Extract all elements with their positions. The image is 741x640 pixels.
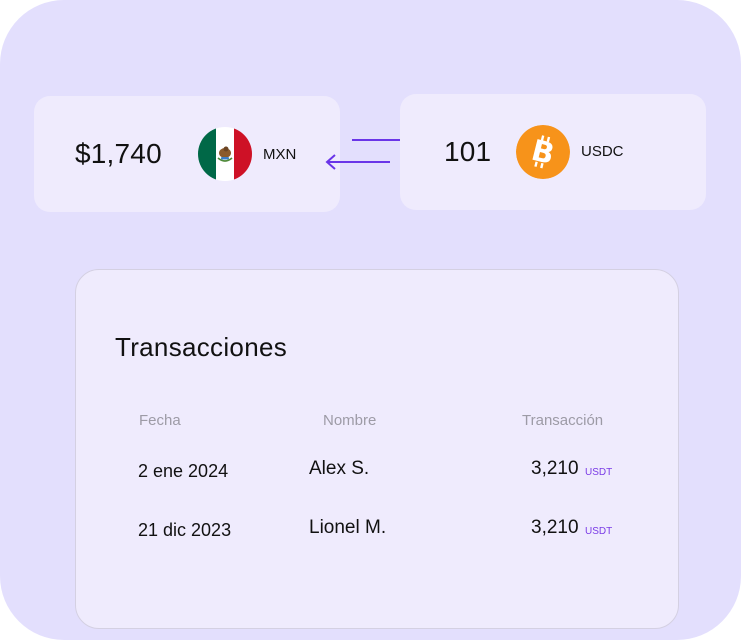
app-frame: $1,740 MXN 101 B USDC Transacciones Fech…	[0, 0, 741, 640]
row-amount: 3,210	[531, 517, 579, 538]
row-date: 21 dic 2023	[138, 520, 232, 540]
from-amount: $1,740	[75, 138, 162, 169]
from-currency-code: MXN	[263, 146, 297, 163]
row-date: 2 ene 2024	[138, 461, 229, 481]
row-unit: USDT	[585, 467, 613, 478]
to-currency-code: USDC	[581, 143, 624, 160]
column-header-date[interactable]: Fecha	[139, 412, 181, 429]
column-header-transaction[interactable]: Transacción	[522, 412, 603, 429]
from-currency-card[interactable]: $1,740 MXN	[34, 96, 340, 212]
transactions-panel: Transacciones Fecha Nombre Transacción 2…	[75, 269, 679, 629]
row-amount: 3,210	[531, 458, 579, 479]
row-name: Lionel M.	[309, 517, 387, 538]
transactions-title: Transacciones	[115, 332, 288, 362]
row-name: Alex S.	[309, 458, 370, 479]
mexico-flag-icon	[198, 127, 252, 181]
column-header-name[interactable]: Nombre	[323, 412, 376, 429]
to-currency-card[interactable]: 101 B USDC	[400, 94, 706, 210]
to-amount: 101	[444, 136, 492, 167]
row-unit: USDT	[585, 526, 613, 537]
bitcoin-icon: B	[516, 125, 570, 179]
